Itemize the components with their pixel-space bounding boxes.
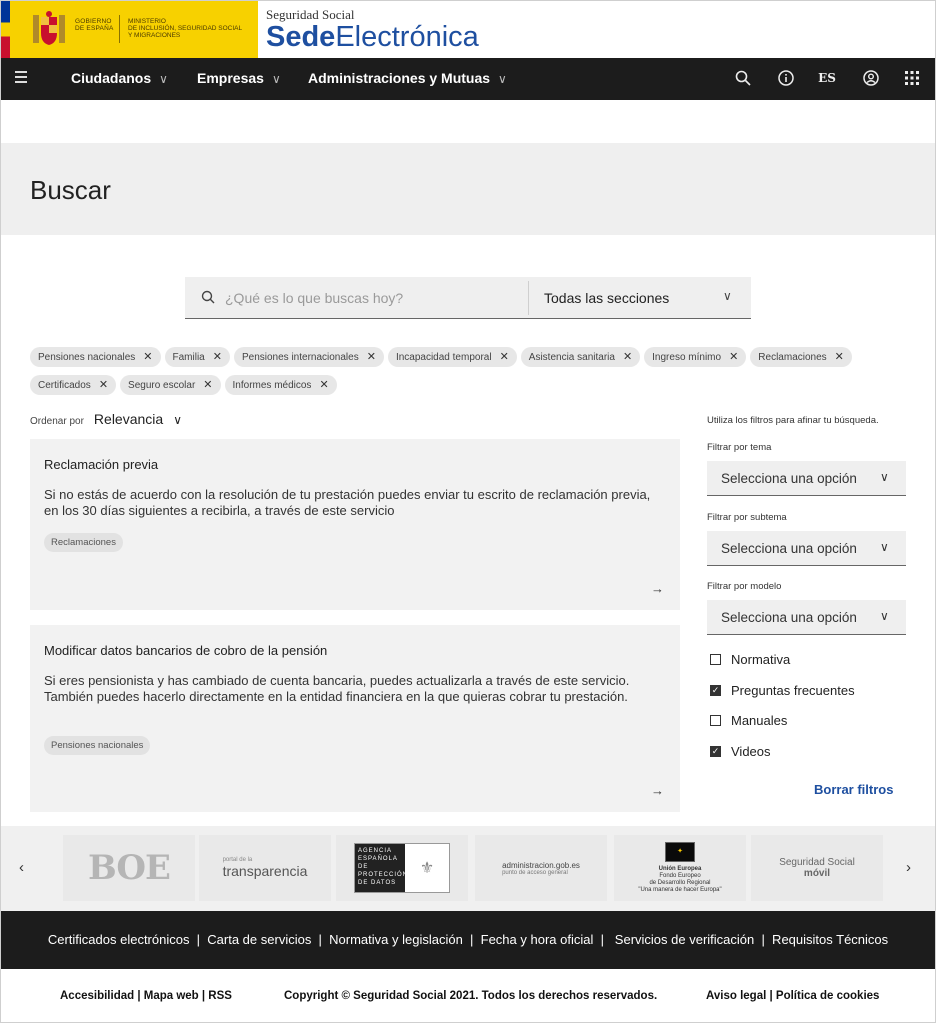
chevron-down-icon: ∨ xyxy=(271,72,281,86)
result-tag: Reclamaciones xyxy=(44,533,123,552)
seguridad-social-movil-logo[interactable]: Seguridad Social móvil xyxy=(751,835,883,901)
info-icon[interactable] xyxy=(777,69,795,87)
aepd-logo[interactable]: AGENCIA ESPAÑOLA DE PROTECCIÓN DE DATOS ⚜ xyxy=(336,835,468,901)
close-icon: ✕ xyxy=(366,351,376,363)
sede-electronica-logo[interactable]: Seguridad Social SedeElectrónica xyxy=(266,7,479,52)
flag-bar xyxy=(1,1,10,58)
filter-chip[interactable]: Familia ✕ xyxy=(164,347,230,367)
active-filter-chips: Pensiones nacionales ✕ Familia ✕ Pensiones i… xyxy=(30,347,900,403)
site-header: GOBIERNO DE ESPAÑA MINISTERIO DE INCLUSI… xyxy=(1,1,935,58)
title-band: Buscar xyxy=(1,143,935,235)
close-icon: ✕ xyxy=(319,379,329,391)
nav-item-empresas[interactable]: Empresas ∨ xyxy=(197,70,281,86)
sort-control[interactable]: Ordenar por Relevancia ∨ xyxy=(30,411,182,427)
language-selector[interactable]: ES xyxy=(818,69,836,87)
search-bar: Todas las secciones ∨ xyxy=(185,277,751,319)
clear-filters-link[interactable]: Borrar filtros xyxy=(814,782,893,797)
checkbox-box xyxy=(710,654,721,665)
footer-bottom: Accesibilidad | Mapa web | RSS Copyright… xyxy=(1,969,935,1022)
filter-chip[interactable]: Pensiones nacionales ✕ xyxy=(30,347,161,367)
result-card[interactable]: Modificar datos bancarios de cobro de la… xyxy=(30,625,680,812)
section-select[interactable]: Todas las secciones xyxy=(544,290,669,306)
chevron-down-icon[interactable]: ∨ xyxy=(723,289,732,303)
result-card[interactable]: Reclamación previa Si no estás de acuerd… xyxy=(30,439,680,610)
filter-chip[interactable]: Pensiones internacionales ✕ xyxy=(233,347,384,367)
footer-legal-links[interactable]: Aviso legal | Política de cookies xyxy=(706,990,879,1002)
checkbox-manuales[interactable]: Manuales xyxy=(710,713,787,728)
partner-logos-carousel: ‹ BOE portal de la transparencia AGENCIA … xyxy=(1,826,935,911)
result-tag: Pensiones nacionales xyxy=(44,736,151,755)
close-icon: ✕ xyxy=(98,379,109,391)
ministry-text: MINISTERIO DE INCLUSIÓN, SEGURIDAD SOCIA… xyxy=(128,18,243,39)
close-icon: ✕ xyxy=(212,351,222,363)
arrow-right-icon[interactable]: → xyxy=(651,581,664,596)
hamburger-menu-icon[interactable] xyxy=(15,71,27,85)
footer-copyright: Copyright © Seguridad Social 2021. Todos… xyxy=(284,990,658,1002)
union-europea-logo[interactable]: ✦ Unión Europea Fondo Europeo de Desarrollo… xyxy=(614,835,746,901)
chevron-down-icon: ∨ xyxy=(880,470,889,484)
chevron-left-icon[interactable]: ‹ xyxy=(19,859,24,876)
arrow-right-icon[interactable]: → xyxy=(651,783,664,798)
checkbox-videos[interactable]: ✓ Videos xyxy=(710,744,771,759)
government-text: GOBIERNO DE ESPAÑA xyxy=(75,18,114,32)
search-icon[interactable] xyxy=(201,290,215,304)
subtema-select[interactable]: Selecciona una opción ∨ xyxy=(707,531,906,566)
nav-item-administraciones[interactable]: Administraciones y Mutuas ∨ xyxy=(308,70,507,86)
chevron-down-icon: ∨ xyxy=(498,72,507,86)
eu-flag-icon: ✦ xyxy=(665,842,695,862)
administracion-logo[interactable]: administracion.gob.es punto de acceso gen… xyxy=(475,835,607,901)
chevron-down-icon: ∨ xyxy=(159,72,168,86)
page-frame: GOBIERNO DE ESPAÑA MINISTERIO DE INCLUSI… xyxy=(0,0,936,1023)
search-icon[interactable] xyxy=(734,69,752,87)
filter-chip[interactable]: Incapacidad temporal ✕ xyxy=(387,347,517,367)
chevron-right-icon[interactable]: › xyxy=(906,859,911,876)
filter-chip[interactable]: Seguro escolar ✕ xyxy=(120,375,221,395)
search-input[interactable] xyxy=(225,287,525,309)
chevron-down-icon: ∨ xyxy=(173,413,182,427)
footer-links[interactable]: Certificados electrónicos | Carta de ser… xyxy=(1,911,935,969)
filter-chip[interactable]: Asistencia sanitaria ✕ xyxy=(520,347,641,367)
page-title: Buscar xyxy=(30,175,111,205)
modelo-select[interactable]: Selecciona una opción ∨ xyxy=(707,600,906,635)
close-icon: ✕ xyxy=(729,351,739,363)
filter-chip[interactable]: Ingreso mínimo ✕ xyxy=(644,347,747,367)
nav-item-ciudadanos[interactable]: Ciudadanos ∨ xyxy=(71,70,168,86)
filter-chip[interactable]: Certificados ✕ xyxy=(30,375,117,395)
close-icon: ✕ xyxy=(834,351,844,363)
checkbox-box xyxy=(710,715,721,726)
government-logo[interactable]: GOBIERNO DE ESPAÑA MINISTERIO DE INCLUSI… xyxy=(1,1,258,58)
apps-grid-icon[interactable] xyxy=(903,69,921,87)
main-nav: Ciudadanos ∨ Empresas ∨ Administraciones y… xyxy=(1,58,935,100)
checkbox-preguntas-frecuentes[interactable]: ✓ Preguntas frecuentes xyxy=(710,683,855,698)
transparencia-logo[interactable]: portal de la transparencia xyxy=(199,835,331,901)
coat-of-arms-icon xyxy=(33,11,65,45)
checkbox-box: ✓ xyxy=(710,746,721,757)
close-icon: ✕ xyxy=(622,351,633,363)
boe-logo[interactable]: BOE xyxy=(63,835,195,901)
close-icon: ✕ xyxy=(143,351,153,363)
chevron-down-icon: ∨ xyxy=(880,540,889,554)
close-icon: ✕ xyxy=(499,351,509,363)
close-icon: ✕ xyxy=(203,379,213,391)
user-icon[interactable] xyxy=(862,69,880,87)
checkbox-normativa[interactable]: Normativa xyxy=(710,652,790,667)
chevron-down-icon: ∨ xyxy=(880,609,889,623)
filter-chip[interactable]: Reclamaciones ✕ xyxy=(750,347,852,367)
checkbox-box: ✓ xyxy=(710,685,721,696)
footer-accessibility-links[interactable]: Accesibilidad | Mapa web | RSS xyxy=(60,990,232,1002)
filters-panel: Utiliza los filtros para afinar tu búsqu… xyxy=(707,415,907,797)
tema-select[interactable]: Selecciona una opción ∨ xyxy=(707,461,906,496)
filter-chip[interactable]: Informes médicos ✕ xyxy=(224,375,337,395)
